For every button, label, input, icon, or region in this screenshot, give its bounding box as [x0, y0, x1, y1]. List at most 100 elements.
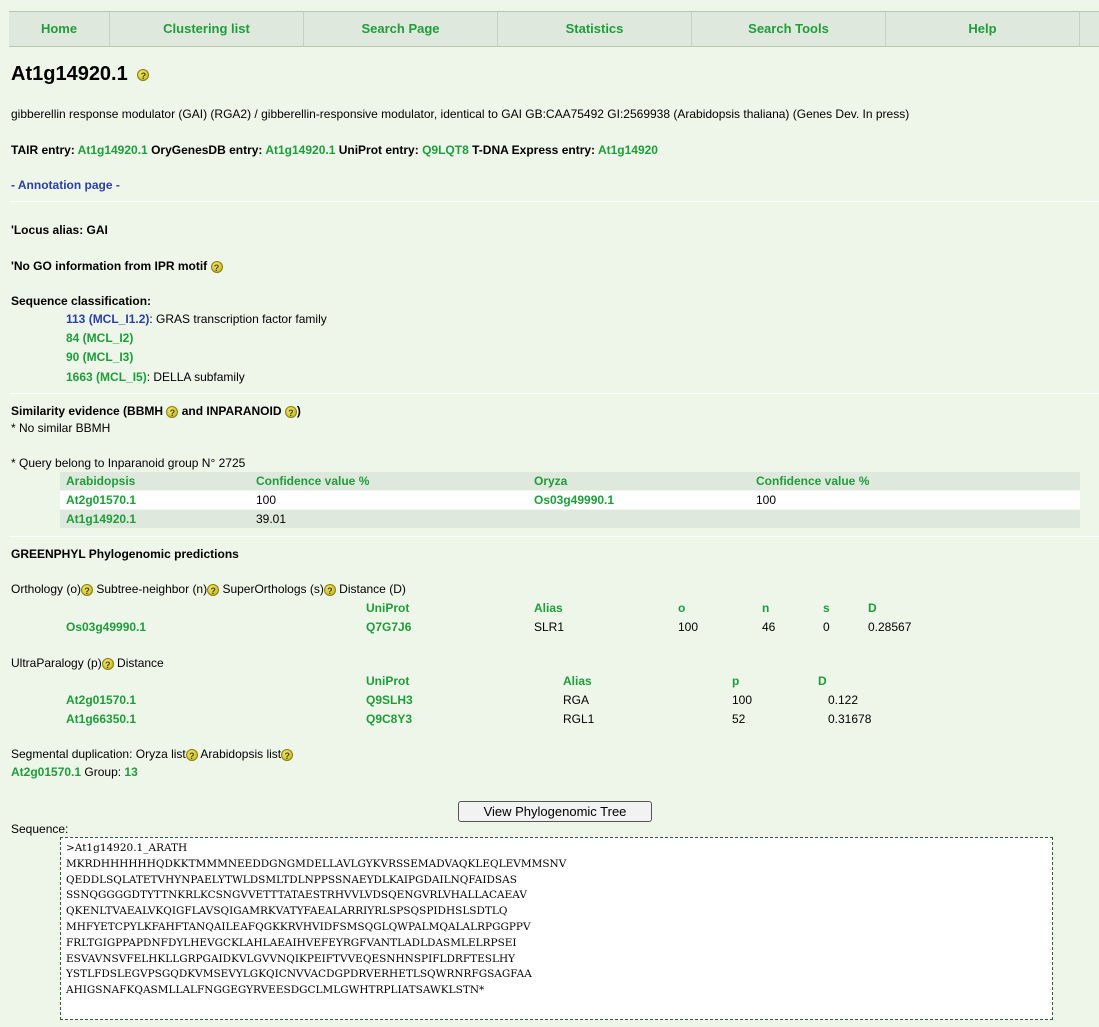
help-icon[interactable]: ? — [166, 405, 179, 418]
col-header: UniProt — [366, 674, 410, 688]
subtree-label: Subtree-neighbor (n) — [96, 582, 208, 596]
sequence-line: AHIGSNAFKQASMLLALFNGGEGYRVEESDGCLMLGWHTR… — [66, 984, 485, 997]
sequence-line: FRLTGIGPPAPDNFDYLHEVGCKLAHLAEAIHVEFEYRGF… — [66, 936, 517, 949]
help-icon[interactable]: ? — [281, 748, 294, 761]
gene-link[interactable]: Os03g49990.1 — [66, 620, 146, 634]
gene-link[interactable]: At2g01570.1 — [11, 765, 81, 779]
annotation-page-link[interactable]: - Annotation page - — [11, 178, 120, 192]
tair-link[interactable]: At1g14920.1 — [78, 143, 148, 157]
cluster-link[interactable]: 1663 (MCL_I5) — [66, 370, 147, 384]
group-link[interactable]: 13 — [124, 765, 137, 779]
help-icon[interactable]: ? — [137, 68, 150, 81]
table-cell: 0.28567 — [868, 620, 912, 634]
col-header: Confidence value % — [756, 474, 870, 488]
nav-search-page[interactable]: Search Page — [304, 12, 498, 46]
sequence-line: SSNQGGGGDTYTTNKRLKCSNGVVETTTATAESTRHVVLV… — [66, 889, 527, 902]
orthology-legend: Orthology (o)? Subtree-neighbor (n)? Sup… — [11, 582, 406, 596]
sequence-line: MHFYETCPYLKFAHFTANQAILEAFQGKKRVHVIDFSMSQ… — [66, 920, 531, 933]
help-icon[interactable]: ? — [81, 583, 94, 596]
segmental-dup-legend: Segmental duplication: Oryza list? Arabi… — [11, 747, 294, 761]
uniprot-label: UniProt entry: — [338, 143, 419, 157]
uniprot-link[interactable]: Q7G7J6 — [366, 620, 411, 634]
col-header: D — [818, 674, 827, 688]
orygenesdb-link[interactable]: At1g14920.1 — [265, 143, 335, 157]
no-go-info: 'No GO information from IPR motif ? — [11, 259, 223, 273]
sequence-line: QKENLTVAEALVKQIGFLAVSQIGAMRKVATYFAEALARR… — [66, 905, 508, 918]
distance-label: Distance — [117, 656, 164, 670]
col-header: o — [678, 601, 686, 615]
tdna-label: T-DNA Express entry: — [472, 143, 596, 157]
col-header: UniProt — [366, 601, 410, 615]
sequence-line: >At1g14920.1_ARATH — [66, 842, 188, 854]
inparanoid-header-row: Arabidopsis Confidence value % Oryza Con… — [60, 472, 1080, 490]
table-cell: 52 — [732, 712, 746, 726]
sequence-line: ESVAVNSVFELHKLLGRPGAIDKVLGVVNQIKPEIFTVVE… — [66, 952, 516, 965]
table-cell: 100 — [256, 493, 277, 507]
gene-link[interactable]: At2g01570.1 — [66, 493, 136, 507]
cluster-link[interactable]: 113 (MCL_I1.2) — [66, 312, 149, 326]
divider — [9, 536, 1099, 537]
seq-class-item: 1663 (MCL_I5): DELLA subfamily — [66, 370, 245, 384]
nav-search-tools[interactable]: Search Tools — [692, 12, 886, 46]
col-header: Confidence value % — [256, 474, 370, 488]
table-cell: 39.01 — [256, 512, 287, 526]
similarity-heading-c: ) — [296, 404, 301, 418]
help-icon[interactable]: ? — [207, 583, 220, 596]
sequence-box: >At1g14920.1_ARATH MKRDHHHHHHQDKKTMMMNEED… — [60, 837, 1053, 1020]
table-cell: 46 — [762, 620, 776, 634]
nav-clustering-list[interactable]: Clustering list — [110, 12, 304, 46]
table-cell: 100 — [756, 493, 777, 507]
col-header: Arabidopsis — [66, 474, 136, 488]
tair-label: TAIR entry: — [11, 143, 75, 157]
table-cell: 0.31678 — [828, 712, 872, 726]
gene-link[interactable]: Os03g49990.1 — [534, 493, 614, 507]
cluster-link[interactable]: 84 (MCL_I2) — [66, 331, 133, 345]
no-go-text: 'No GO information from IPR motif — [11, 259, 208, 273]
tdna-link[interactable]: At1g14920 — [598, 143, 658, 157]
col-header: D — [868, 601, 877, 615]
uniprot-link[interactable]: Q9SLH3 — [366, 693, 413, 707]
help-icon[interactable]: ? — [323, 583, 336, 596]
seq-class-item: 84 (MCL_I2) — [66, 331, 133, 345]
col-header: p — [732, 674, 740, 688]
help-icon[interactable]: ? — [101, 657, 114, 670]
no-bbmh-text: * No similar BBMH — [11, 421, 111, 435]
ultraparalogy-label: UltraParalogy (p) — [11, 656, 102, 670]
table-cell: 100 — [678, 620, 699, 634]
segmental-arabidopsis-label: Arabidopsis list — [200, 747, 282, 761]
similarity-heading: Similarity evidence (BBMH ? and INPARANO… — [11, 404, 301, 418]
page-title-text: At1g14920.1 — [11, 63, 128, 85]
help-icon[interactable]: ? — [284, 405, 297, 418]
segmental-row: At2g01570.1 Group: 13 — [11, 765, 138, 779]
alias-cell: SLR1 — [534, 620, 565, 634]
uniprot-link[interactable]: Q9LQT8 — [422, 143, 469, 157]
table-row: At1g14920.1 39.01 — [60, 510, 1080, 528]
cluster-desc: : GRAS transcription factor family — [149, 312, 327, 326]
table-cell: 0 — [823, 620, 830, 634]
group-label: Group: — [84, 765, 122, 779]
gene-link[interactable]: At1g14920.1 — [66, 512, 136, 526]
orygenesdb-label: OryGenesDB entry: — [151, 143, 263, 157]
nav-statistics[interactable]: Statistics — [498, 12, 692, 46]
help-icon[interactable]: ? — [210, 260, 223, 273]
distance-label: Distance (D) — [339, 582, 406, 596]
gene-link[interactable]: At1g66350.1 — [66, 712, 136, 726]
divider — [9, 201, 1099, 202]
cluster-link[interactable]: 90 (MCL_I3) — [66, 350, 133, 364]
col-header: s — [823, 601, 830, 615]
view-phylogenomic-tree-button[interactable]: View Phylogenomic Tree — [458, 801, 652, 822]
similarity-heading-b: and INPARANOID — [181, 404, 282, 418]
top-nav: Home Clustering list Search Page Statist… — [9, 11, 1099, 47]
sequence-line: QEDDLSQLATETVHYNPAELYTWLDSMLTDLNPPSSNAEY… — [66, 873, 517, 886]
uniprot-link[interactable]: Q9C8Y3 — [366, 712, 412, 726]
nav-help[interactable]: Help — [886, 12, 1080, 46]
gene-description: gibberellin response modulator (GAI) (RG… — [11, 107, 910, 121]
similarity-heading-a: Similarity evidence (BBMH — [11, 404, 164, 418]
seq-class-item: 90 (MCL_I3) — [66, 350, 133, 364]
help-icon[interactable]: ? — [185, 748, 198, 761]
segmental-oryza-label: Segmental duplication: Oryza list — [11, 747, 186, 761]
gene-link[interactable]: At2g01570.1 — [66, 693, 136, 707]
nav-home[interactable]: Home — [9, 12, 110, 46]
seq-class-heading: Sequence classification: — [11, 294, 152, 308]
seq-class-item: 113 (MCL_I1.2): GRAS transcription facto… — [66, 312, 327, 326]
